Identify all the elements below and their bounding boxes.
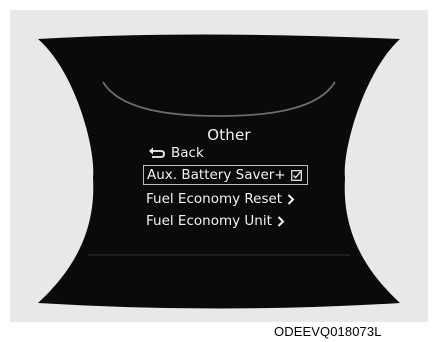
other-menu: Other Back Aux. Battery Saver+ Fuel Econ…: [0, 0, 438, 342]
menu-item-label: Fuel Economy Reset: [146, 191, 283, 207]
figure-code-caption: ODEEVQ018073L: [274, 324, 382, 339]
menu-item-fuel-economy-unit[interactable]: Fuel Economy Unit: [146, 213, 285, 229]
back-label: Back: [171, 145, 204, 161]
menu-item-fuel-economy-reset[interactable]: Fuel Economy Reset: [146, 191, 295, 207]
chevron-right-icon: [277, 215, 285, 227]
menu-item-label: Fuel Economy Unit: [146, 213, 272, 229]
menu-title: Other: [207, 126, 251, 144]
menu-item-label: Aux. Battery Saver+: [147, 167, 286, 183]
chevron-right-icon: [287, 193, 295, 205]
checkbox-icon[interactable]: [290, 169, 302, 181]
menu-item-aux-battery-saver[interactable]: Aux. Battery Saver+: [143, 165, 308, 185]
back-menu-item[interactable]: Back: [148, 145, 204, 161]
back-arrow-icon: [149, 147, 165, 158]
